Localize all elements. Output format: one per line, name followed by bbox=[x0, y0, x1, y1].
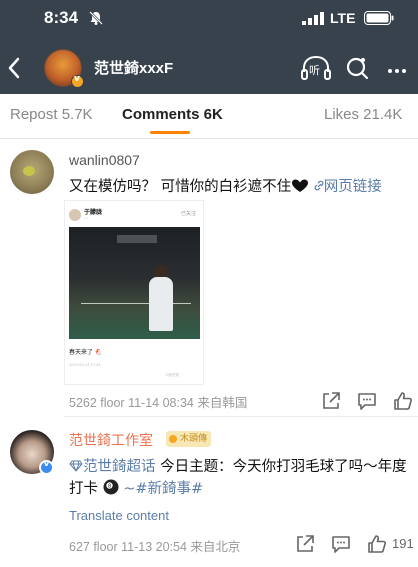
eight-ball-icon: 8 bbox=[103, 479, 119, 495]
comment-icon[interactable] bbox=[356, 390, 378, 412]
comment-text: 今日主题：今天你打羽毛球了吗～年度 bbox=[155, 459, 407, 475]
comment-meta: 627 floor 11-13 20:54 来自北京 bbox=[69, 540, 241, 554]
comment-body: 又在模仿吗？ 可惜你的白衫遮不住 网页链接 bbox=[69, 176, 414, 198]
share-icon[interactable] bbox=[320, 390, 342, 412]
fan-badge[interactable]: 木頭傳 bbox=[166, 431, 212, 447]
status-bar: 8:34 LTE bbox=[0, 0, 418, 36]
web-link[interactable]: 网页链接 bbox=[314, 179, 382, 195]
search-icon[interactable] bbox=[344, 54, 370, 82]
embed-follow: 已关注 bbox=[181, 211, 197, 217]
comment-divider bbox=[64, 416, 418, 417]
signal-icon bbox=[302, 12, 324, 25]
like-count: 191 bbox=[392, 536, 414, 551]
muted-bell-icon bbox=[89, 11, 103, 25]
app-header: 8:34 LTE 范世錡xxxF bbox=[0, 0, 418, 94]
embed-caption: 春天来了 🐔 bbox=[69, 349, 103, 356]
comment-meta: 5262 floor 11-14 08:34 来自韩国 bbox=[69, 396, 248, 410]
link-icon bbox=[314, 180, 324, 191]
comment-text-line2: 打卡 bbox=[69, 481, 98, 497]
listen-label: 听 bbox=[309, 64, 320, 77]
comment-icon[interactable] bbox=[330, 533, 352, 555]
embed-badminton-net bbox=[81, 303, 191, 304]
embed-subtitle: ... bbox=[84, 215, 88, 220]
nav-bar: 范世錡xxxF 听 bbox=[0, 44, 418, 92]
network-type: LTE bbox=[330, 10, 356, 26]
embed-timestamp: 2025-03-14 17:44 bbox=[69, 363, 101, 367]
status-time: 8:34 bbox=[44, 8, 79, 27]
black-heart-icon bbox=[292, 179, 309, 192]
like-icon[interactable] bbox=[366, 533, 388, 555]
super-topic-label: 范世錡超话 bbox=[83, 459, 156, 475]
commenter-avatar[interactable] bbox=[10, 150, 54, 194]
embed-watermark: 人脸识别 bbox=[165, 373, 179, 377]
embed-photo bbox=[69, 227, 200, 339]
verified-badge-icon bbox=[39, 459, 54, 475]
embed-player bbox=[149, 277, 173, 331]
listen-button[interactable]: 听 bbox=[300, 54, 332, 82]
like-icon[interactable] bbox=[392, 390, 414, 412]
battery-icon bbox=[364, 11, 394, 25]
back-arrow-icon[interactable] bbox=[4, 54, 24, 82]
tab-repost[interactable]: Repost 5.7K bbox=[10, 106, 93, 123]
hashtag-link[interactable]: ~#新錡事# bbox=[123, 481, 203, 497]
translate-button[interactable]: Translate content bbox=[69, 508, 169, 523]
tab-comments[interactable]: Comments 6K bbox=[122, 106, 223, 123]
comment-body: 范世錡超话 今日主题：今天你打羽毛球了吗～年度 打卡 8 ~#新錡事# bbox=[69, 456, 414, 500]
active-tab-indicator bbox=[150, 131, 190, 134]
share-icon[interactable] bbox=[294, 533, 316, 555]
more-options-icon[interactable] bbox=[386, 58, 410, 78]
comment-text: 又在模仿吗？ 可惜你的白衫遮不住 bbox=[69, 179, 292, 195]
diamond-icon bbox=[69, 460, 83, 472]
embed-ceiling-light bbox=[117, 235, 157, 243]
web-link-label: 网页链接 bbox=[323, 179, 382, 195]
nav-title[interactable]: 范世錡xxxF bbox=[94, 57, 173, 78]
super-topic-link[interactable]: 范世錡超话 bbox=[69, 459, 156, 475]
commenter-username[interactable]: 范世錡工作室 bbox=[69, 430, 153, 450]
tab-likes[interactable]: Likes 21.4K bbox=[324, 106, 402, 123]
commenter-username[interactable]: wanlin0807 bbox=[69, 152, 140, 168]
tab-bar: Repost 5.7K Comments 6K Likes 21.4K bbox=[0, 94, 418, 139]
svg-text:8: 8 bbox=[108, 484, 111, 490]
verified-badge-icon bbox=[71, 74, 84, 88]
embed-avatar bbox=[69, 209, 81, 221]
embedded-post-image[interactable]: 于朦胧 ... 已关注 春天来了 🐔 2025-03-14 17:44 人脸识别 bbox=[64, 200, 204, 385]
